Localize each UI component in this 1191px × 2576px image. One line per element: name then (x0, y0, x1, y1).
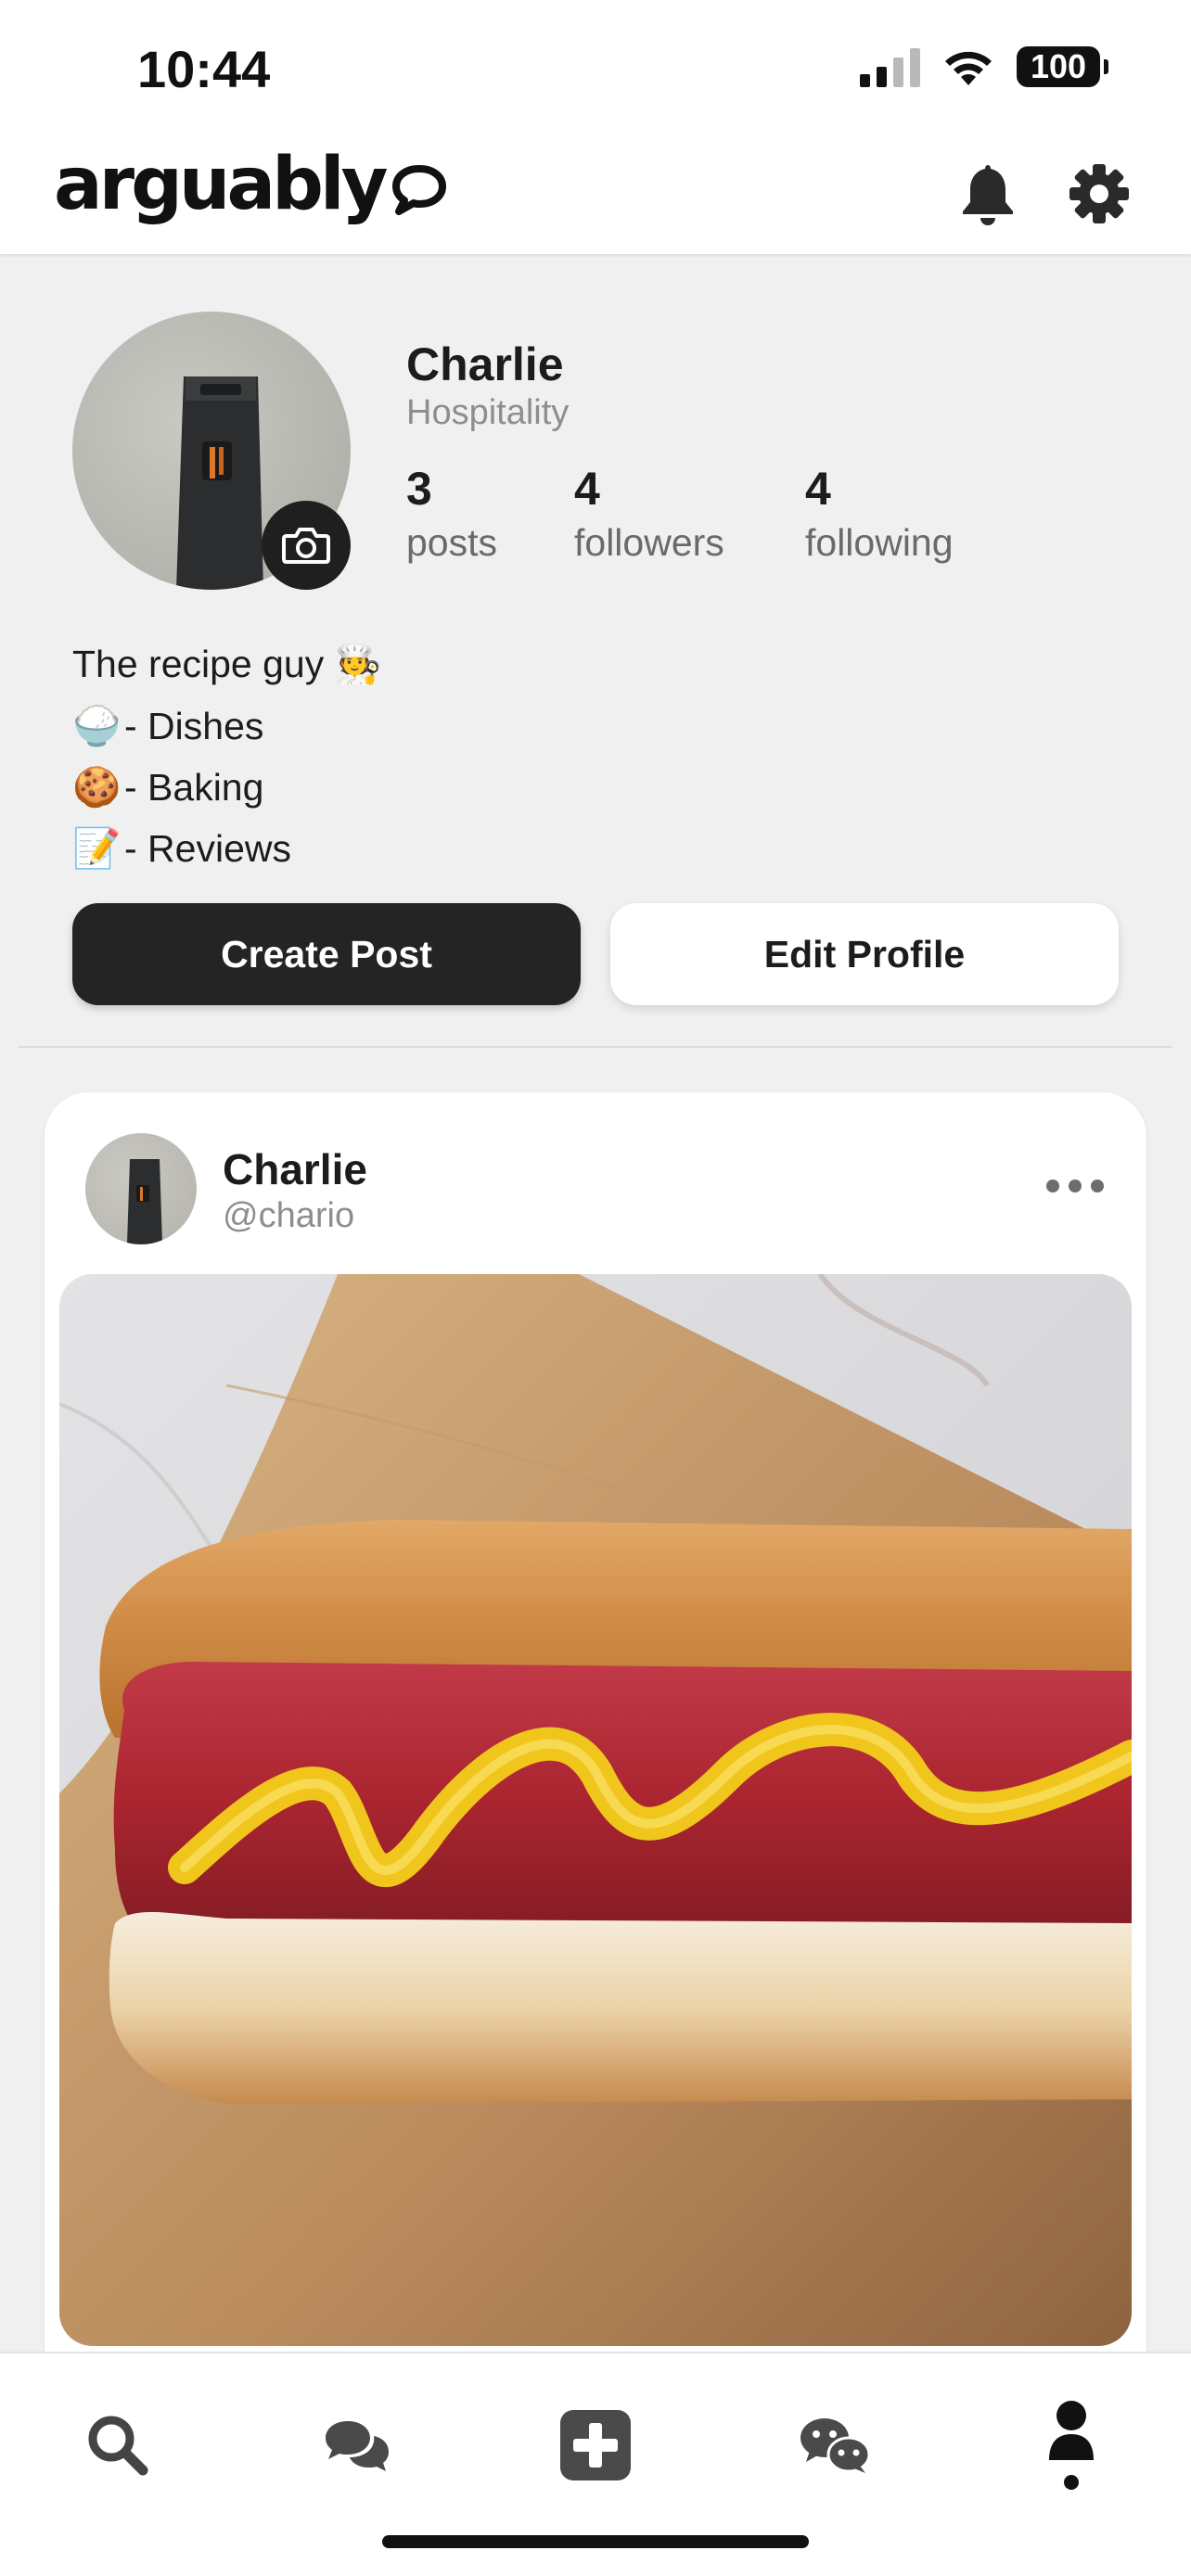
bell-icon[interactable] (955, 159, 1020, 228)
wifi-icon (945, 51, 992, 85)
stat-followers[interactable]: 4 followers (574, 462, 724, 565)
hot-dog-photo (59, 1274, 1132, 2346)
bio-text: - Reviews (124, 826, 291, 870)
search-icon (88, 2416, 148, 2476)
bio-text: The recipe guy 🧑‍🍳 (72, 643, 382, 685)
memo-icon: 📝 (72, 825, 122, 870)
tab-discussions[interactable] (315, 2404, 399, 2487)
stat-posts-count: 3 (406, 463, 432, 515)
post-author-handle[interactable]: @chario (223, 1196, 354, 1236)
status-time: 10:44 (137, 40, 271, 98)
stat-posts-label: posts (406, 521, 497, 564)
edit-profile-button[interactable]: Edit Profile (610, 903, 1119, 1005)
battery-indicator: 100 (1017, 46, 1108, 87)
profile-name: Charlie (406, 338, 564, 390)
profile-icon (1049, 2401, 1094, 2490)
plus-square-icon (560, 2410, 631, 2480)
post-image[interactable] (59, 1274, 1132, 2346)
bio-line: 📝 - Reviews (72, 818, 382, 879)
bio-line: 🍪 - Baking (72, 757, 382, 818)
chat-bubbles-icon (326, 2421, 389, 2471)
wechat-icon (800, 2418, 871, 2473)
gear-icon[interactable] (1067, 159, 1132, 228)
rice-bowl-icon: 🍚 (72, 703, 122, 747)
profile-role: Hospitality (406, 393, 570, 432)
stat-following-label: following (805, 521, 954, 564)
divider (19, 1046, 1172, 1048)
bio-line: The recipe guy 🧑‍🍳 (72, 634, 382, 695)
tab-search[interactable] (76, 2404, 160, 2487)
bio-text: - Dishes (124, 704, 264, 747)
arguably-logo[interactable]: arguably (54, 143, 448, 226)
logo-text: arguably (54, 143, 389, 226)
tab-profile[interactable] (1030, 2394, 1113, 2496)
change-photo-button[interactable] (262, 501, 351, 590)
profile-bio: The recipe guy 🧑‍🍳 🍚 - Dishes 🍪 - Baking… (72, 634, 382, 879)
tab-create[interactable] (554, 2404, 637, 2487)
home-indicator (382, 2535, 809, 2548)
bio-text: - Baking (124, 765, 264, 809)
stat-followers-label: followers (574, 521, 724, 564)
speech-bubble-icon (391, 165, 446, 215)
profile-avatar-container (72, 312, 351, 590)
post-author-name[interactable]: Charlie (223, 1144, 367, 1194)
stat-followers-count: 4 (574, 463, 600, 515)
status-icons: 100 (860, 46, 1108, 87)
cellular-signal-icon (860, 46, 920, 87)
cookie-icon: 🍪 (72, 764, 122, 809)
stat-posts[interactable]: 3 posts (406, 462, 497, 565)
camera-icon (282, 528, 330, 564)
post-card[interactable]: Charlie @chario (45, 1092, 1146, 2391)
tab-messages[interactable] (793, 2404, 877, 2487)
bio-line: 🍚 - Dishes (72, 695, 382, 757)
status-bar: 10:44 100 (0, 0, 1191, 139)
more-options-icon[interactable] (1046, 1180, 1104, 1192)
post-author-avatar[interactable] (85, 1133, 197, 1244)
post-avatar-photo (127, 1159, 162, 1244)
create-post-button[interactable]: Create Post (72, 903, 581, 1005)
app-header: arguably (0, 139, 1191, 254)
stat-following[interactable]: 4 following (805, 462, 954, 565)
stat-following-count: 4 (805, 463, 831, 515)
